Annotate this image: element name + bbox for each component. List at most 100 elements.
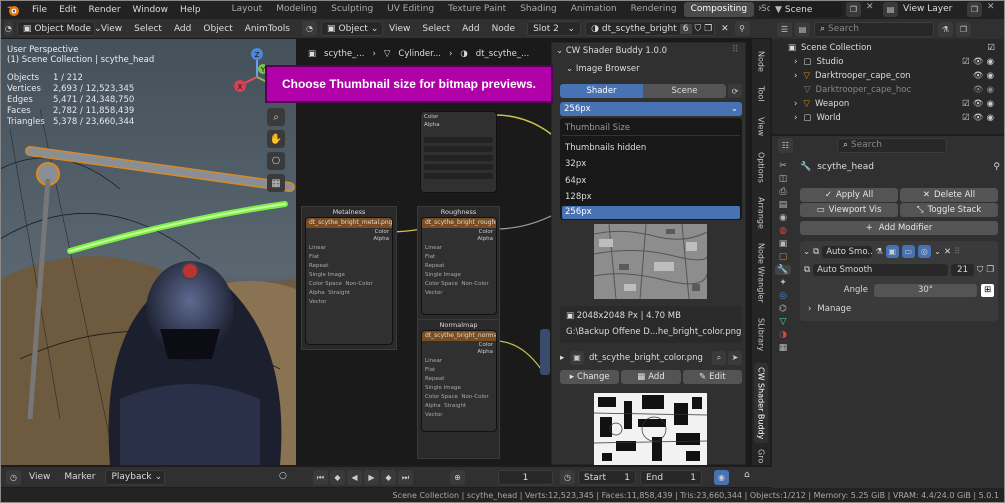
fake-user-shield-icon[interactable]: ⛉	[977, 265, 983, 275]
frame-normalmap[interactable]: Normalmap dt_scythe_bright_normalmap.png…	[417, 319, 500, 459]
workspace-tab-modeling[interactable]: Modeling	[269, 2, 324, 17]
option-32px[interactable]: 32px	[565, 159, 586, 169]
option-128px[interactable]: 128px	[565, 192, 592, 202]
node-menu-add[interactable]: Add	[456, 24, 485, 34]
vtab-view[interactable]: View	[754, 113, 768, 139]
viewport-menu-animtools[interactable]: AnimTools	[239, 24, 296, 34]
end-frame-field[interactable]: End 1	[640, 470, 702, 485]
visibility-toggles[interactable]: ☑👁◉	[962, 99, 997, 109]
workspace-tab-layout[interactable]: Layout	[225, 2, 270, 17]
properties-editor-icon[interactable]: ☷	[778, 137, 793, 153]
node-normal-map-partial[interactable]	[540, 329, 550, 375]
tool-icon[interactable]: ✂	[779, 161, 787, 171]
mode-selector[interactable]: ▣ Object Mode ⌄	[16, 21, 102, 36]
outliner-search[interactable]: ⌕ Search	[814, 21, 934, 37]
modifier-tab-icon[interactable]: 🔧	[775, 265, 791, 275]
node-image-color[interactable]: Color Alpha	[420, 111, 497, 193]
image-name-row[interactable]: ▸ ▣ dt_scythe_bright_color.png ⌕ ➤	[560, 350, 742, 365]
outliner-row-world[interactable]: › ▢ World ☑👁◉	[772, 111, 1005, 125]
slot-selector[interactable]: Slot 2 ⌄	[527, 21, 582, 36]
add-modifier-button[interactable]: + Add Modifier	[800, 221, 998, 235]
3d-viewport[interactable]: User Perspective (1) Scene Collection | …	[0, 39, 296, 465]
chevron-right-icon[interactable]: ›	[794, 57, 797, 67]
node-group-users[interactable]: 21	[951, 264, 974, 276]
render-display-icon[interactable]: ◎	[917, 245, 931, 258]
node-field[interactable]	[424, 155, 493, 161]
visibility-toggles[interactable]: 👁◉	[973, 85, 997, 95]
menu-edit[interactable]: Edit	[53, 5, 82, 15]
node-menu-view[interactable]: View	[383, 24, 416, 34]
menu-render[interactable]: Render	[83, 5, 127, 15]
record-icon[interactable]: ○	[279, 471, 287, 481]
pin-icon[interactable]: ⚲	[993, 162, 1000, 172]
playback-menu[interactable]: Playback ⌄	[105, 469, 166, 485]
viewport-display-icon[interactable]: ▭	[901, 245, 915, 258]
node-image-metalness[interactable]: dt_scythe_bright_metal.png Color Alpha L…	[305, 217, 393, 345]
option-256px[interactable]: 256px	[562, 206, 740, 219]
world-icon[interactable]: ◍	[779, 226, 787, 236]
node-field[interactable]	[424, 137, 493, 143]
view-layer-browse-icon[interactable]: ❐	[967, 2, 982, 17]
duplicate-icon[interactable]: ❐	[986, 265, 994, 275]
image-browser-section[interactable]: ⌄ Image Browser	[566, 64, 640, 74]
duplicate-icon[interactable]: ❐	[704, 24, 712, 34]
input-attribute-icon[interactable]: ⊞	[981, 283, 994, 297]
shader-type-selector[interactable]: ▣ Object ⌄	[321, 21, 383, 36]
play-reverse-icon[interactable]: ◀	[347, 470, 362, 485]
visibility-toggles[interactable]: 👁◉	[973, 71, 997, 81]
new-collection-icon[interactable]: ❐	[956, 21, 971, 37]
material-selector[interactable]: ◑ dt_scythe_bright 6 ⛉ ❐	[585, 21, 716, 36]
pan-hand-icon[interactable]: ✋	[267, 130, 285, 148]
dropdown-icon[interactable]: ⌄	[934, 247, 941, 257]
manage-section[interactable]: › Manage	[808, 304, 851, 314]
vtab-options[interactable]: Options	[754, 147, 768, 187]
workspace-tab-animation[interactable]: Animation	[564, 2, 624, 17]
viewport-menu-add[interactable]: Add	[168, 24, 197, 34]
apply-all-button[interactable]: ✓ Apply All	[800, 188, 898, 202]
timeline-menu-marker[interactable]: Marker	[58, 472, 101, 482]
material-tab-icon[interactable]: ◑	[779, 330, 787, 340]
vtab-node[interactable]: Node	[754, 47, 768, 75]
node-group-field[interactable]: Auto Smooth	[813, 264, 949, 276]
timeline-menu-view[interactable]: View	[21, 472, 58, 482]
workspace-tab-sculpting[interactable]: Sculpting	[324, 2, 380, 17]
node-image-normalmap[interactable]: dt_scythe_bright_normalmap.png Color Alp…	[421, 330, 497, 432]
timeline-editor-icon[interactable]: ◷	[6, 469, 21, 485]
scene-tab-icon[interactable]: ◉	[779, 213, 787, 223]
collection-tab-icon[interactable]: ▣	[779, 239, 788, 249]
modifier-name-field[interactable]: Auto Smo...	[822, 245, 873, 258]
object-tab-icon[interactable]: ▢	[779, 252, 788, 262]
node-field[interactable]	[424, 146, 493, 152]
close-icon[interactable]: ✕	[866, 2, 874, 12]
start-frame-field[interactable]: Start 1	[578, 470, 636, 485]
jump-end-icon[interactable]: ⏭	[398, 470, 413, 485]
texture-thumbnail-roughness[interactable]	[594, 224, 707, 299]
node-editor-type-icon[interactable]: ◔	[302, 21, 317, 36]
drag-handle-icon[interactable]: ⠿	[732, 45, 739, 55]
menu-help[interactable]: Help	[174, 5, 207, 15]
workspace-scroll-icon[interactable]: ›	[758, 3, 762, 14]
node-field[interactable]	[424, 164, 493, 170]
toggle-stack-button[interactable]: ⤡ Toggle Stack	[900, 203, 998, 217]
filter-icon[interactable]: ⚗	[875, 247, 883, 257]
cursor-select-icon[interactable]: ➤	[728, 350, 742, 365]
outliner-editor-icon[interactable]: ☰	[777, 21, 792, 37]
edit-button[interactable]: ✎ Edit	[682, 370, 742, 384]
jump-start-icon[interactable]: ⏮	[313, 470, 328, 485]
buddy-header[interactable]: ⌄ CW Shader Buddy 1.0.0	[556, 46, 667, 56]
close-icon[interactable]: ✕	[944, 247, 951, 257]
render-icon[interactable]: ◫	[779, 174, 788, 184]
texture-thumbnail-color[interactable]	[594, 393, 707, 465]
view-layer-icon[interactable]: ▤	[883, 2, 898, 17]
fake-user-shield-icon[interactable]: ⛉	[695, 24, 702, 34]
vtab-tool[interactable]: Tool	[754, 81, 768, 107]
camera-icon[interactable]: ⎔	[267, 152, 285, 170]
outliner-row-cape-con[interactable]: › ▽ Darktrooper_cape_con 👁◉	[772, 69, 1005, 83]
add-button[interactable]: ▦ Add	[621, 370, 681, 384]
material-users-count[interactable]: 6	[679, 23, 692, 34]
grid-icon[interactable]: ▦	[267, 174, 285, 192]
chevron-right-icon[interactable]: ›	[794, 71, 797, 81]
workspace-tab-rendering[interactable]: Rendering	[624, 2, 684, 17]
chevron-right-icon[interactable]: ›	[794, 113, 797, 123]
blender-logo-icon[interactable]	[6, 3, 20, 17]
